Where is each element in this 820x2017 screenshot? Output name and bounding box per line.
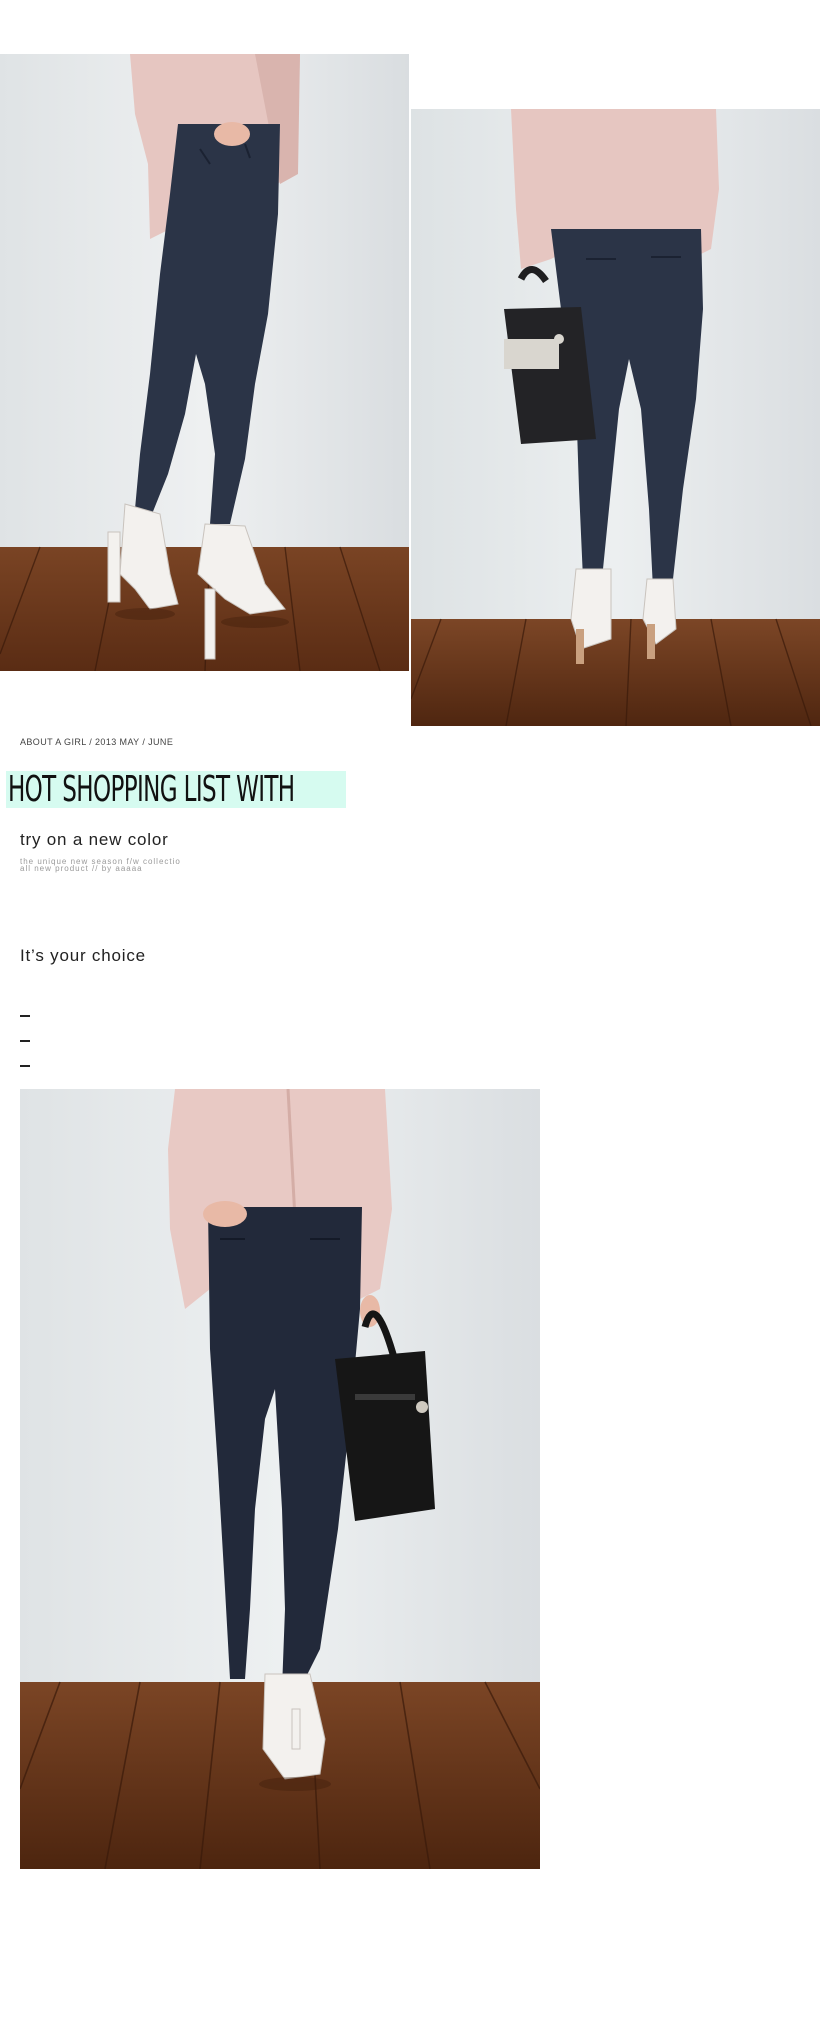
photo-model-back-illustration (411, 109, 820, 726)
product-photo-model-back (411, 109, 820, 726)
choice-heading: It’s your choice (20, 946, 146, 965)
product-photo-model-full-length (20, 1089, 540, 1869)
breadcrumb: ABOUT A GIRL / 2013 MAY / JUNE (20, 737, 174, 747)
dash-marker (20, 1040, 30, 1042)
headline-highlight: HOT SHOPPING LIST WITH (6, 769, 346, 810)
section-subtitle: try on a new color (20, 830, 169, 849)
tagline-line-2: all new product // by aaaaa (20, 864, 143, 873)
page-headline: HOT SHOPPING LIST WITH (8, 769, 295, 810)
product-photo-model-front (0, 54, 409, 671)
photo-model-front-illustration (0, 54, 409, 671)
photo-model-full-length-illustration (20, 1089, 540, 1869)
dash-marker (20, 1015, 30, 1017)
dash-marker (20, 1065, 30, 1067)
